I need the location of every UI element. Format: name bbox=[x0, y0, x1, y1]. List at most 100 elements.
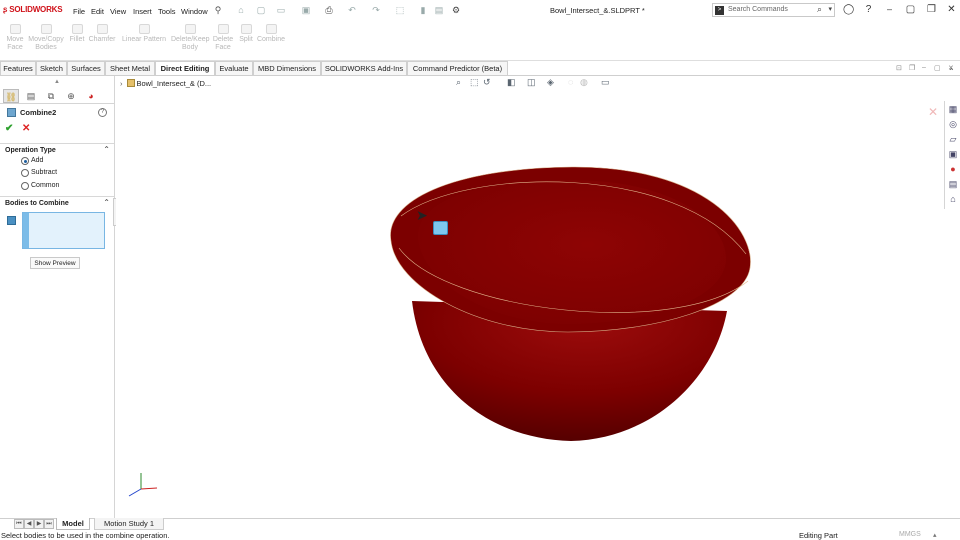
maximize-icon[interactable]: ▢ bbox=[905, 4, 916, 15]
redo-icon[interactable]: ↷ bbox=[371, 5, 381, 15]
first-tab-nav-icon[interactable]: ⏮ bbox=[14, 519, 24, 529]
minimize-doc-icon[interactable]: – bbox=[922, 64, 926, 71]
rebuild-icon[interactable]: ▮ bbox=[418, 5, 428, 15]
menu-insert[interactable]: Insert bbox=[133, 7, 152, 16]
minimize-icon[interactable]: – bbox=[884, 4, 895, 15]
design-library-icon[interactable]: ◎ bbox=[947, 118, 959, 130]
radio-add[interactable] bbox=[21, 157, 29, 165]
open-icon[interactable]: ▭ bbox=[276, 5, 286, 15]
display-style-icon[interactable]: ◈ bbox=[547, 77, 554, 88]
home-icon[interactable]: ⌂ bbox=[236, 5, 246, 15]
maximize-doc-icon[interactable]: ▢ bbox=[934, 64, 941, 72]
radio-subtract[interactable] bbox=[21, 169, 29, 177]
view-palette-icon[interactable]: ▣ bbox=[947, 148, 959, 160]
part-icon bbox=[126, 79, 135, 87]
pin-menu-icon[interactable]: ⚲ bbox=[213, 5, 223, 15]
next-tab-nav-icon[interactable]: ▶ bbox=[34, 519, 44, 529]
tab-sheet-metal[interactable]: Sheet Metal bbox=[105, 61, 155, 75]
solidworks-resources-icon[interactable]: ▦ bbox=[947, 103, 959, 115]
prev-tab-nav-icon[interactable]: ◀ bbox=[24, 519, 34, 529]
bodies-to-combine-group[interactable]: Bodies to Combine ⌃ bbox=[0, 196, 114, 209]
tab-solidworks-add-ins[interactable]: SOLIDWORKS Add-Ins bbox=[321, 61, 407, 75]
fillet-button[interactable]: Fillet bbox=[68, 24, 86, 44]
edit-appearance-icon[interactable]: ◍ bbox=[580, 77, 588, 88]
split-button[interactable]: Split bbox=[238, 24, 254, 44]
linear-pattern-button[interactable]: Linear Pattern bbox=[121, 24, 167, 44]
close-icon[interactable]: ✕ bbox=[946, 4, 957, 15]
combine-button[interactable]: Combine bbox=[256, 24, 286, 44]
view-orientation-icon[interactable]: ◫ bbox=[527, 77, 536, 88]
chevron-down-icon[interactable]: ▾ bbox=[828, 5, 832, 13]
tab-evaluate[interactable]: Evaluate bbox=[215, 61, 253, 75]
close-feature-corner-icon[interactable]: ✕ bbox=[928, 105, 938, 119]
view-settings-icon[interactable]: ▭ bbox=[601, 77, 610, 88]
tab-direct-editing[interactable]: Direct Editing bbox=[155, 61, 215, 75]
chevron-up-icon[interactable]: ⌃ bbox=[103, 198, 110, 207]
last-tab-nav-icon[interactable]: ⏭ bbox=[44, 519, 54, 529]
menu-tools[interactable]: Tools bbox=[158, 7, 176, 16]
operation-type-group[interactable]: Operation Type ⌃ bbox=[0, 143, 114, 156]
units-chevron-icon[interactable]: ▴ bbox=[933, 531, 937, 539]
tab-model[interactable]: Model bbox=[56, 518, 90, 530]
save-icon[interactable]: ▣ bbox=[301, 5, 311, 15]
chevron-up-icon[interactable]: ⌃ bbox=[103, 145, 110, 154]
tile-window-icon[interactable]: ⊡ bbox=[896, 64, 902, 72]
tab-mbd-dimensions[interactable]: MBD Dimensions bbox=[253, 61, 321, 75]
dimxpert-manager-tab-icon[interactable]: ⊕ bbox=[63, 89, 79, 103]
file-properties-icon[interactable]: ▤ bbox=[434, 5, 444, 15]
ok-checkmark-button[interactable]: ✔ bbox=[5, 123, 13, 134]
undo-icon[interactable]: ↶ bbox=[347, 5, 357, 15]
print-icon[interactable]: ⎙ bbox=[324, 5, 334, 15]
home-icon[interactable]: ⌂ bbox=[947, 193, 959, 205]
tab-features[interactable]: Features bbox=[0, 61, 36, 75]
file-explorer-icon[interactable]: ▱ bbox=[947, 133, 959, 145]
pane-expand-arrow-icon[interactable]: ▲ bbox=[54, 79, 60, 85]
ds-logo-icon: ʂ bbox=[3, 5, 8, 14]
menu-file[interactable]: File bbox=[73, 7, 85, 16]
previous-view-icon[interactable]: ↺ bbox=[483, 77, 491, 88]
move-face-button[interactable]: Move Face bbox=[4, 24, 26, 52]
tab-sketch[interactable]: Sketch bbox=[36, 61, 67, 75]
feature-tree-root[interactable]: › Bowl_Intersect_& (D... bbox=[120, 79, 211, 88]
restore-icon[interactable]: ❐ bbox=[926, 4, 937, 15]
feature-manager-tab-icon[interactable]: ⛓ bbox=[3, 89, 19, 103]
graphics-area[interactable]: ➤ bbox=[116, 76, 944, 518]
menu-window[interactable]: Window bbox=[181, 7, 208, 16]
units-selector[interactable]: MMGS bbox=[899, 531, 921, 538]
solidworks-logo[interactable]: ʂ SOLIDWORKS bbox=[3, 5, 63, 14]
custom-properties-icon[interactable]: ▤ bbox=[947, 178, 959, 190]
chamfer-button[interactable]: Chamfer bbox=[88, 24, 116, 44]
menu-view[interactable]: View bbox=[110, 7, 126, 16]
expand-arrow-icon[interactable]: › bbox=[120, 79, 123, 88]
delete-keep-body-button[interactable]: Delete/Keep Body bbox=[171, 24, 210, 52]
display-manager-tab-icon[interactable]: ◕ bbox=[83, 89, 99, 103]
appearances-icon[interactable]: ● bbox=[947, 163, 959, 175]
section-view-icon[interactable]: ◧ bbox=[507, 77, 516, 88]
restore-doc-icon[interactable]: ❐ bbox=[909, 64, 915, 72]
help-icon[interactable]: ? bbox=[98, 108, 107, 117]
chamfer-label: Chamfer bbox=[88, 36, 116, 43]
search-icon[interactable]: ⌕ bbox=[817, 4, 822, 15]
move-copy-bodies-button[interactable]: Move/Copy Bodies bbox=[28, 24, 64, 52]
radio-common[interactable] bbox=[21, 182, 29, 190]
delete-face-button[interactable]: Delete Face bbox=[211, 24, 235, 52]
tab-motion-study-1[interactable]: Motion Study 1 bbox=[94, 518, 164, 530]
tab-command-predictor[interactable]: Command Predictor (Beta) bbox=[407, 61, 508, 75]
close-doc-icon[interactable]: ✕ bbox=[948, 64, 954, 72]
new-document-icon[interactable]: ▢ bbox=[256, 5, 266, 15]
user-account-icon[interactable]: ◯ bbox=[843, 4, 854, 15]
search-commands-input[interactable]: > Search Commands ⌕ ▾ bbox=[712, 3, 835, 17]
select-icon[interactable]: ⬚ bbox=[395, 5, 405, 15]
bodies-selection-box[interactable] bbox=[22, 212, 105, 249]
cancel-x-button[interactable]: ✕ bbox=[22, 123, 30, 134]
help-icon[interactable]: ? bbox=[863, 4, 874, 15]
show-preview-button[interactable]: Show Preview bbox=[30, 257, 80, 269]
zoom-to-fit-icon[interactable]: ⌕ bbox=[456, 77, 461, 88]
tab-surfaces[interactable]: Surfaces bbox=[67, 61, 105, 75]
hide-show-items-icon[interactable]: ◌ bbox=[568, 77, 573, 87]
menu-edit[interactable]: Edit bbox=[91, 7, 104, 16]
property-manager-tab-icon[interactable]: ▤ bbox=[23, 89, 39, 103]
zoom-to-area-icon[interactable]: ⬚ bbox=[470, 77, 479, 88]
options-gear-icon[interactable]: ⚙ bbox=[451, 5, 461, 15]
configuration-manager-tab-icon[interactable]: ⧉ bbox=[43, 89, 59, 103]
